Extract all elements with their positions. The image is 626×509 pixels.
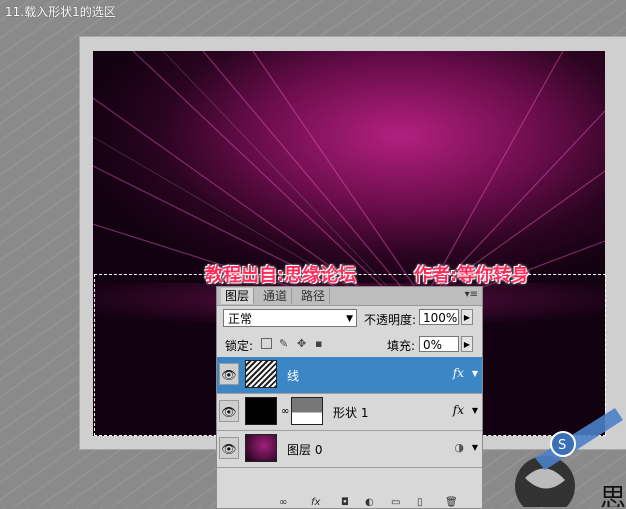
site-logo-watermark: S 思 [505,408,626,507]
lock-all-icon[interactable]: ▪ [315,338,326,349]
eye-icon[interactable]: 👁 [219,363,239,385]
layer-thumbnail [245,360,277,388]
panel-tabs: 图层 通道 路径 ▾≡ [217,287,482,306]
eye-icon[interactable]: 👁 [219,437,239,459]
step-title: 11.载入形状1的选区 [5,5,116,19]
tab-layers[interactable]: 图层 [221,288,255,304]
layer-name[interactable]: 线 [287,367,299,384]
chevron-down-icon: ▼ [346,314,353,324]
layer-name[interactable]: 形状 1 [333,404,368,421]
fill-input[interactable]: 0% [419,336,459,352]
expand-arrow-icon[interactable]: ▼ [472,443,478,452]
fill-label: 填充: [387,339,416,353]
opacity-slider-button[interactable]: ▶ [461,309,473,325]
lock-paint-icon[interactable]: ✎ [279,338,290,349]
layers-panel: 图层 通道 路径 ▾≡ 正常 ▼ 不透明度: 100% ▶ 锁定: ✎ ✥ ▪ … [216,286,483,509]
link-icon: ∞ [281,406,290,417]
style-indicator-icon[interactable]: ◑ [454,441,464,454]
fx-icon[interactable]: fx [453,366,464,380]
svg-text:思: 思 [600,484,626,507]
fx-icon[interactable]: fx [453,403,464,417]
blend-mode-value: 正常 [228,312,253,326]
blend-mode-select[interactable]: 正常 ▼ [223,309,357,327]
expand-arrow-icon[interactable]: ▼ [472,369,478,378]
link-layers-icon[interactable]: ∞ [279,497,287,508]
opacity-input[interactable]: 100% [419,309,459,325]
svg-text:S: S [558,438,566,453]
eye-icon[interactable]: 👁 [219,400,239,422]
lock-transparent-icon[interactable] [261,338,272,349]
add-style-icon[interactable]: fx [311,497,320,508]
trash-icon[interactable]: 🗑 [445,497,458,508]
opacity-label: 不透明度: [364,313,417,327]
lock-label: 锁定: [225,339,254,353]
tab-channels[interactable]: 通道 [259,288,293,304]
layer-name[interactable]: 图层 0 [287,441,322,458]
panel-menu-icon[interactable]: ▾≡ [465,289,478,300]
new-group-icon[interactable]: ▭ [391,497,400,508]
lock-position-icon[interactable]: ✥ [297,338,308,349]
layer-row-shape1[interactable]: 👁 ∞ 形状 1 fx ▼ [217,394,482,431]
tab-paths[interactable]: 路径 [297,288,331,304]
layer-row-layer0[interactable]: 👁 图层 0 ◑ ▼ [217,431,482,468]
vector-mask-thumbnail [291,397,323,425]
adjustment-layer-icon[interactable]: ◐ [365,497,374,508]
add-mask-icon[interactable]: ◘ [341,497,349,508]
expand-arrow-icon[interactable]: ▼ [472,406,478,415]
fill-slider-button[interactable]: ▶ [461,336,473,352]
panel-bottom-bar: ∞ fx ◘ ◐ ▭ ▯ 🗑 [217,497,482,508]
layer-thumbnail [245,397,277,425]
layer-thumbnail [245,434,277,462]
layer-row-lines[interactable]: 👁 线 fx ▼ [217,357,482,394]
new-layer-icon[interactable]: ▯ [417,497,423,508]
